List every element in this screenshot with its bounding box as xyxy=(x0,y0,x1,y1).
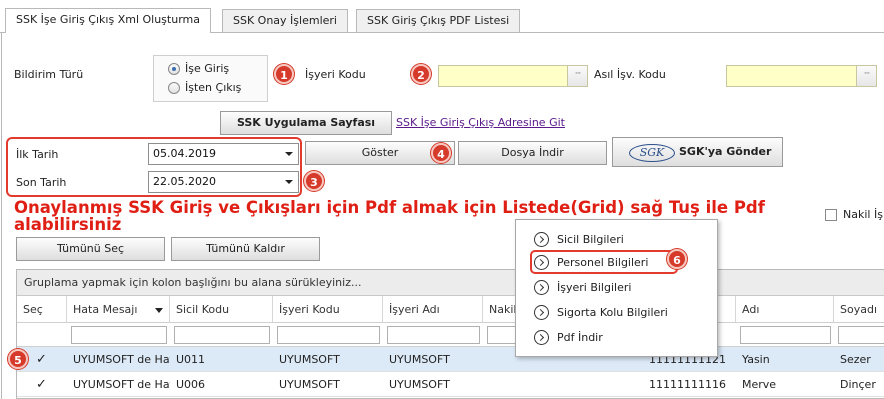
cell-soyadi: Dinçer xyxy=(840,378,876,391)
filter-row xyxy=(17,323,884,347)
ssk-uygulama-sayfasi-button[interactable]: SSK Uygulama Sayfası xyxy=(220,111,392,135)
deselect-all-button[interactable]: Tümünü Kaldır xyxy=(171,237,320,261)
filter-hata-input[interactable] xyxy=(71,326,167,344)
bildirim-turu-label: Bildirim Türü xyxy=(14,68,84,81)
chevron-right-circle-icon xyxy=(534,279,549,295)
asil-isv-kodu-label: Asıl İşv. Kodu xyxy=(594,68,666,81)
nakil-checkbox-label: Nakil İş xyxy=(843,208,883,221)
step-badge-2: 2 xyxy=(411,64,431,84)
cell-adi: Merve xyxy=(742,378,777,391)
chevron-down-icon[interactable] xyxy=(285,180,293,184)
step-badge-4: 4 xyxy=(431,143,451,163)
cell-adi: Yasin xyxy=(742,353,770,366)
radio-isten-cikis-label: İşten Çıkış xyxy=(185,81,242,94)
row-checkbox-checked-icon[interactable]: ✓ xyxy=(35,353,48,366)
filter-soyadi-input[interactable] xyxy=(838,326,884,344)
chevron-right-circle-icon xyxy=(534,304,549,320)
filter-nakil-input[interactable] xyxy=(487,326,517,344)
panel-border xyxy=(1,32,2,399)
chevron-down-icon[interactable] xyxy=(285,152,293,156)
asil-isv-kodu-input[interactable]: ··· xyxy=(726,65,877,87)
chevron-right-circle-icon xyxy=(534,231,549,247)
tab-pdf-listesi[interactable]: SSK Giriş Çıkış PDF Listesi xyxy=(356,9,521,32)
menu-item-sigorta-kolu-bilgileri[interactable]: Sigorta Kolu Bilgileri xyxy=(534,303,668,321)
tab-onay-islemleri[interactable]: SSK Onay İşlemleri xyxy=(222,9,348,32)
table-row[interactable]: ✓ UYUMSOFT de Hat U006 UYUMSOFT UYUMSOFT… xyxy=(17,372,884,397)
radio-ise-giris-label: İşe Giriş xyxy=(185,62,230,75)
son-tarih-label: Son Tarih xyxy=(16,176,67,189)
cell-isyeri-adi: UYUMSOFT xyxy=(389,353,450,366)
ilk-tarih-label: İlk Tarih xyxy=(16,148,59,161)
menu-item-personel-bilgileri[interactable]: Personel Bilgileri xyxy=(534,253,648,271)
col-header-hata-label: Hata Mesajı xyxy=(73,303,138,316)
sgk-gonder-button[interactable]: SGK SGK'ya Gönder xyxy=(612,137,783,167)
step-badge-1: 1 xyxy=(274,64,294,84)
cell-hata: UYUMSOFT de Hat xyxy=(73,353,170,366)
menu-item-label: Sigorta Kolu Bilgileri xyxy=(557,305,668,319)
step-badge-6: 6 xyxy=(667,249,687,269)
dosya-indir-button[interactable]: Dosya İndir xyxy=(458,141,607,165)
col-header-isyeri-kodu[interactable]: İşyeri Kodu xyxy=(273,296,383,322)
col-header-sec[interactable]: Seç xyxy=(17,296,67,322)
cell-hata: UYUMSOFT de Hat xyxy=(73,378,170,391)
bildirim-radio-group: İşe Giriş İşten Çıkış xyxy=(153,55,268,102)
isyeri-kodu-input[interactable]: ··· xyxy=(438,65,588,87)
isyeri-kodu-label: İşyeri Kodu xyxy=(305,68,366,81)
step-badge-5: 5 xyxy=(8,349,28,369)
menu-item-pdf-indir[interactable]: Pdf İndir xyxy=(534,328,603,346)
ilk-tarih-select[interactable]: 05.04.2019 xyxy=(148,143,299,165)
group-panel[interactable]: Gruplama yapmak için kolon başlığını bu … xyxy=(17,270,884,296)
step-badge-3: 3 xyxy=(304,171,324,191)
col-header-adi[interactable]: Adı xyxy=(736,296,834,322)
col-header-sicil-kodu[interactable]: Sicil Kodu xyxy=(170,296,273,322)
isyeri-kodu-lookup-button[interactable]: ··· xyxy=(567,66,587,86)
cell-tc: 11111111116 xyxy=(649,378,726,391)
cell-isyeri-adi: UYUMSOFT xyxy=(389,378,450,391)
filter-adi-input[interactable] xyxy=(740,326,831,344)
sgk-logo-icon: SGK xyxy=(629,144,675,162)
ilk-tarih-value: 05.04.2019 xyxy=(153,147,216,160)
tab-xml-olusturma[interactable]: SSK İşe Giriş Çıkış Xml Oluşturma xyxy=(5,8,211,33)
nakil-checkbox[interactable] xyxy=(825,209,837,221)
cell-isyeri-kodu: UYUMSOFT xyxy=(279,353,340,366)
menu-item-isyeri-bilgileri[interactable]: İşyeri Bilgileri xyxy=(534,278,631,296)
radio-unselected-icon[interactable] xyxy=(168,81,180,94)
data-grid: Gruplama yapmak için kolon başlığını bu … xyxy=(16,269,884,399)
filter-dropdown-icon[interactable] xyxy=(155,307,164,313)
select-all-button[interactable]: Tümünü Seç xyxy=(16,237,165,261)
cell-sicil: U011 xyxy=(176,353,206,366)
son-tarih-value: 22.05.2020 xyxy=(153,175,216,188)
menu-item-label: Sicil Bilgileri xyxy=(557,232,624,246)
cell-soyadi: Sezer xyxy=(840,353,871,366)
asil-isv-kodu-lookup-button[interactable]: ··· xyxy=(856,66,876,86)
filter-sicil-input[interactable] xyxy=(174,326,270,344)
filter-isyeri-adi-input[interactable] xyxy=(387,326,480,344)
cell-isyeri-kodu: UYUMSOFT xyxy=(279,378,340,391)
row-checkbox-checked-icon[interactable]: ✓ xyxy=(35,378,48,391)
son-tarih-select[interactable]: 22.05.2020 xyxy=(148,171,299,193)
cell-sicil: U006 xyxy=(176,378,206,391)
menu-item-label: İşyeri Bilgileri xyxy=(557,280,632,294)
menu-item-label: Pdf İndir xyxy=(557,330,603,344)
chevron-right-circle-icon xyxy=(534,254,549,270)
menu-item-sicil-bilgileri[interactable]: Sicil Bilgileri xyxy=(534,230,624,248)
radio-isten-cikis[interactable]: İşten Çıkış xyxy=(168,81,241,94)
table-row[interactable]: ✓ UYUMSOFT de Hat U011 UYUMSOFT UYUMSOFT… xyxy=(17,347,884,372)
grid-header: Seç Hata Mesajı Sicil Kodu İşyeri Kodu İ… xyxy=(17,296,884,323)
col-header-isyeri-adi[interactable]: İşyeri Adı xyxy=(383,296,483,322)
chevron-right-circle-icon xyxy=(534,329,549,345)
col-header-hata-mesaji[interactable]: Hata Mesajı xyxy=(67,296,170,322)
filter-isyeri-kodu-input[interactable] xyxy=(277,326,380,344)
context-menu: Sicil Bilgileri Personel Bilgileri İşyer… xyxy=(515,219,718,357)
radio-ise-giris[interactable]: İşe Giriş xyxy=(168,62,229,75)
col-header-soyadi[interactable]: Soyadı xyxy=(834,296,884,322)
ssk-adres-link[interactable]: SSK İşe Giriş Çıkış Adresine Git xyxy=(396,116,565,129)
sgk-gonder-label: SGK'ya Gönder xyxy=(679,145,772,158)
tab-bar: SSK İşe Giriş Çıkış Xml Oluşturma SSK On… xyxy=(0,0,884,33)
radio-selected-icon[interactable] xyxy=(168,62,180,75)
menu-item-label: Personel Bilgileri xyxy=(557,255,649,269)
